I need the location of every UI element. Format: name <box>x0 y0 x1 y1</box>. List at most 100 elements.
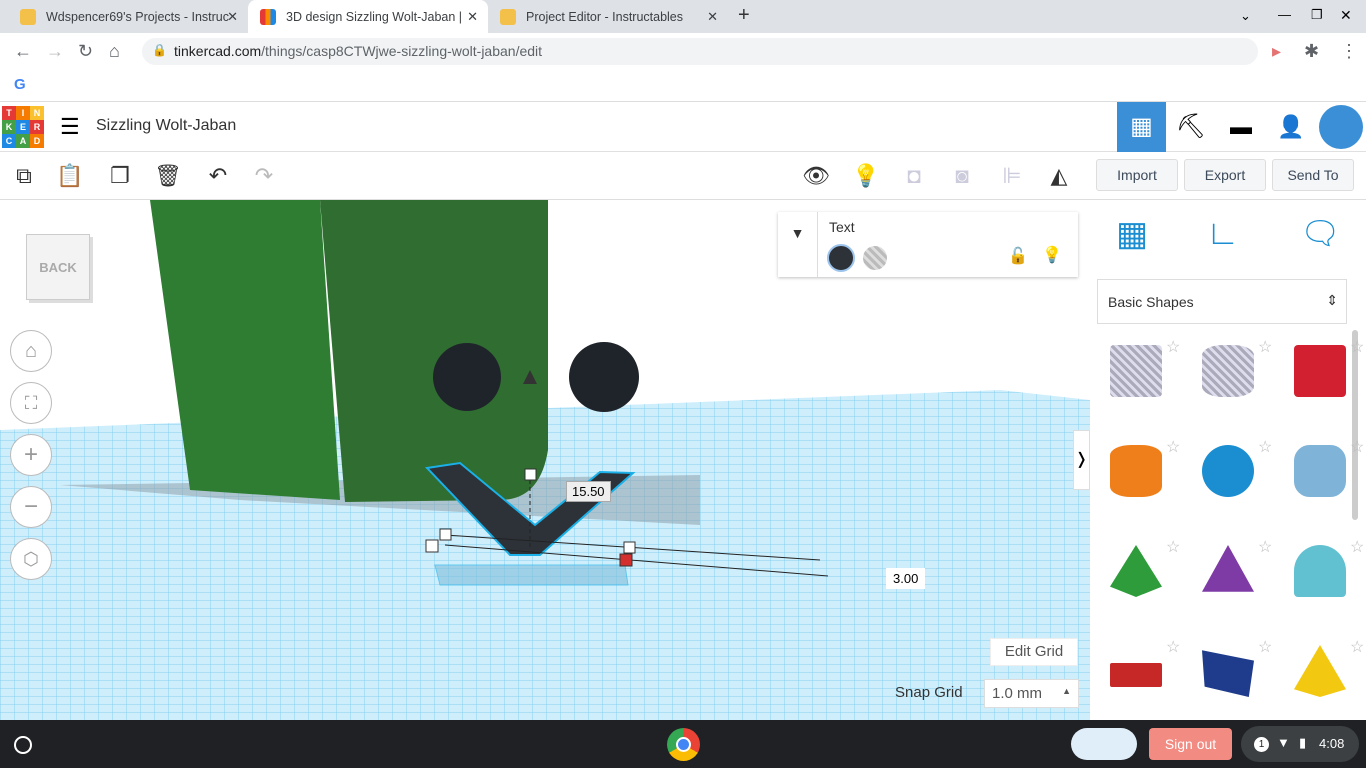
delete-icon[interactable]: 🗑 <box>152 160 184 192</box>
zoom-out-button[interactable]: − <box>10 486 52 528</box>
lightbulb-icon[interactable]: 💡 <box>850 160 882 192</box>
toggle-panel-button[interactable]: ❭ <box>1073 430 1090 490</box>
favorite-star-icon[interactable]: ☆ <box>1258 437 1272 457</box>
height-handle[interactable] <box>619 553 633 567</box>
shape-roof[interactable]: ☆ <box>1110 539 1180 605</box>
tab-projects[interactable]: Wdspencer69's Projects - Instruc ✕ <box>8 0 248 33</box>
panel-scrollbar[interactable] <box>1352 330 1358 520</box>
tab-search-icon[interactable]: ⌄ <box>1240 8 1251 24</box>
favorite-star-icon[interactable]: ☆ <box>1350 637 1364 657</box>
home-icon[interactable]: ⌂ <box>109 41 120 62</box>
favorite-star-icon[interactable]: ☆ <box>1166 637 1180 657</box>
forward-icon[interactable]: → <box>46 41 64 62</box>
reload-icon[interactable]: ↻ <box>78 41 93 62</box>
shape-round-roof[interactable]: ☆ <box>1294 539 1364 605</box>
shape-box-hole[interactable]: ☆ <box>1110 339 1180 405</box>
collapse-inspector-icon[interactable]: ▼ <box>778 212 818 277</box>
favorite-star-icon[interactable]: ☆ <box>1258 637 1272 657</box>
chrome-icon[interactable] <box>667 728 700 761</box>
perspective-button[interactable]: ⬡ <box>10 538 52 580</box>
width-dimension[interactable]: 15.50 <box>566 481 611 502</box>
tab-design[interactable]: 3D design Sizzling Wolt-Jaban | ✕ <box>248 0 488 33</box>
solid-color-button[interactable] <box>827 244 855 272</box>
workplane-viewport[interactable]: 15.50 3.00 BACK ⌂ ⛶ + − ⬡ ▼ Text 🔓 💡 Edi… <box>0 200 1090 720</box>
menu-icon[interactable]: ⋮ <box>1340 41 1358 62</box>
shape-scribble[interactable]: ☆ <box>1294 439 1364 505</box>
sign-out-button[interactable]: Sign out <box>1149 728 1232 760</box>
3d-design-view-button[interactable]: ▦ <box>1117 102 1166 152</box>
google-bookmark[interactable]: G <box>14 76 26 93</box>
shape-half-sphere[interactable]: ☆ <box>1202 639 1272 705</box>
align-icon[interactable]: ⊫ <box>996 160 1028 192</box>
hole-button[interactable] <box>863 246 887 270</box>
avatar[interactable] <box>1319 105 1363 149</box>
restore-icon[interactable]: ❐ <box>1311 7 1323 23</box>
workplane-icon[interactable]: ▦ <box>1116 214 1148 254</box>
close-window-icon[interactable]: ✕ <box>1340 7 1352 24</box>
close-icon[interactable]: ✕ <box>467 9 478 25</box>
shape-category-select[interactable]: Basic Shapes ⇕ <box>1097 279 1347 324</box>
shape-box[interactable]: ☆ <box>1294 339 1364 405</box>
tinkercad-logo[interactable]: TIN KER CAD <box>2 106 44 148</box>
zoom-in-button[interactable]: + <box>10 434 52 476</box>
shape-cone[interactable]: ☆ <box>1202 539 1272 605</box>
resize-handle[interactable] <box>439 528 452 541</box>
copy-icon[interactable]: ⧉ <box>8 160 40 192</box>
undo-icon[interactable]: ↶ <box>202 160 234 192</box>
view-cube[interactable]: BACK <box>26 234 90 300</box>
extension-icon[interactable]: ▸ <box>1272 41 1281 62</box>
shape-sphere[interactable]: ☆ <box>1202 439 1272 505</box>
green-shape <box>320 200 548 502</box>
favorite-star-icon[interactable]: ☆ <box>1258 337 1272 357</box>
send-to-button[interactable]: Send To <box>1272 159 1354 191</box>
minimize-icon[interactable]: — <box>1278 7 1291 22</box>
paste-icon[interactable]: 📋 <box>54 160 86 192</box>
resize-handle[interactable] <box>425 539 439 553</box>
shape-cylinder[interactable]: ☆ <box>1110 439 1180 505</box>
edit-grid-button[interactable]: Edit Grid <box>990 638 1078 666</box>
favorite-star-icon[interactable]: ☆ <box>1350 437 1364 457</box>
shape-text[interactable]: ☆ <box>1110 639 1180 705</box>
notes-eye-icon[interactable]: 👁 <box>800 160 832 192</box>
duplicate-icon[interactable]: ❐ <box>104 160 136 192</box>
favorite-star-icon[interactable]: ☆ <box>1166 437 1180 457</box>
snap-grid-select[interactable]: 1.0 mm ▲ <box>984 679 1079 708</box>
favorite-star-icon[interactable]: ☆ <box>1350 337 1364 357</box>
ruler-icon[interactable]: ∟ <box>1206 214 1239 253</box>
group-icon[interactable]: ◘ <box>898 160 930 192</box>
fit-view-button[interactable]: ⛶ <box>10 382 52 424</box>
lego-bricks-button[interactable]: ▬ <box>1216 102 1266 152</box>
puzzle-icon[interactable]: ✱ <box>1304 41 1319 62</box>
design-title[interactable]: Sizzling Wolt-Jaban <box>96 117 236 135</box>
redo-icon[interactable]: ↷ <box>248 160 280 192</box>
favorite-star-icon[interactable]: ☆ <box>1350 537 1364 557</box>
mirror-icon[interactable]: ◭ <box>1043 160 1075 192</box>
resize-handle[interactable] <box>524 468 537 481</box>
lock-icon[interactable]: 🔓 <box>1008 246 1028 266</box>
url-input[interactable]: 🔒 tinkercad.com/things/casp8CTWjwe-sizzli… <box>142 38 1258 65</box>
minecraft-pickaxe-button[interactable]: ⛏ <box>1166 102 1216 152</box>
design-list-icon[interactable]: ☰ <box>60 114 80 140</box>
launcher-icon[interactable] <box>14 736 32 754</box>
export-button[interactable]: Export <box>1184 159 1266 191</box>
home-view-button[interactable]: ⌂ <box>10 330 52 372</box>
status-tray[interactable]: 1 ▼ ▮ 4:08 <box>1241 726 1359 762</box>
back-icon[interactable]: ← <box>14 41 32 62</box>
favorite-star-icon[interactable]: ☆ <box>1166 337 1180 357</box>
notes-icon[interactable]: 🗨 <box>1300 214 1341 252</box>
tab-project-editor[interactable]: Project Editor - Instructables ✕ <box>488 0 728 33</box>
add-user-button[interactable]: 👤 <box>1266 102 1316 152</box>
favorite-star-icon[interactable]: ☆ <box>1166 537 1180 557</box>
close-icon[interactable]: ✕ <box>707 9 718 25</box>
shape-cylinder-hole[interactable]: ☆ <box>1202 339 1272 405</box>
close-icon[interactable]: ✕ <box>227 9 238 25</box>
ungroup-icon[interactable]: ◙ <box>946 160 978 192</box>
height-dimension[interactable]: 3.00 <box>886 568 926 589</box>
tote-thumbnail[interactable] <box>1071 728 1137 760</box>
favorite-star-icon[interactable]: ☆ <box>1258 537 1272 557</box>
new-tab-button[interactable]: + <box>738 4 750 27</box>
shape-pyramid[interactable]: ☆ <box>1294 639 1364 705</box>
lightbulb-icon[interactable]: 💡 <box>1042 245 1062 265</box>
import-button[interactable]: Import <box>1096 159 1178 191</box>
resize-handle[interactable] <box>623 541 636 554</box>
